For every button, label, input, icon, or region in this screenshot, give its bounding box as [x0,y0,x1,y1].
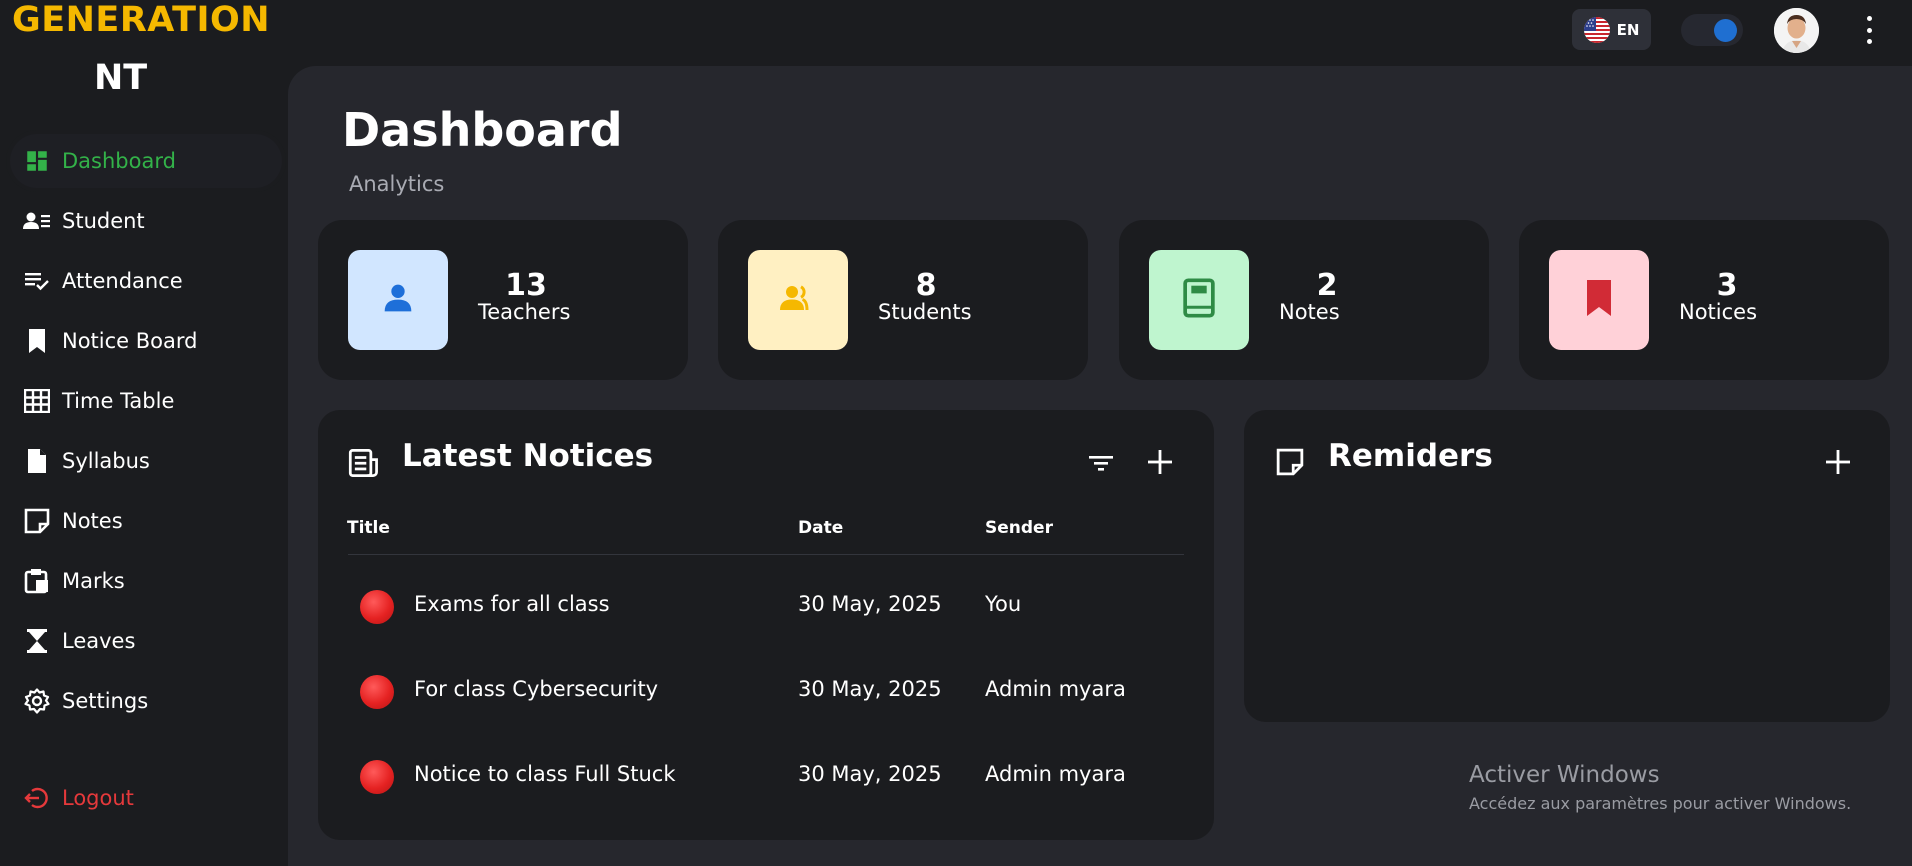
dashboard-icon [22,146,52,176]
attendance-check-icon [22,266,52,296]
theme-toggle[interactable] [1681,14,1743,46]
table-row[interactable]: Notice to class Full Stuck 30 May, 2025 … [318,748,1214,808]
grid-table-icon [22,386,52,416]
notice-title: For class Cybersecurity [414,677,659,701]
add-notice-icon[interactable] [1146,448,1174,480]
sidebar-item-label: Attendance [62,269,183,293]
sidebar-item-dashboard[interactable]: Dashboard [10,134,282,188]
sidebar-item-leaves[interactable]: Leaves [10,614,282,668]
sidebar-item-settings[interactable]: Settings [10,674,282,728]
panel-title: Remiders [1328,438,1493,474]
sidebar-item-label: Dashboard [62,149,176,173]
notice-date: 30 May, 2025 [798,762,942,786]
sidebar-item-marks[interactable]: Marks [10,554,282,608]
add-reminder-icon[interactable] [1824,448,1852,480]
stat-card-students[interactable]: 8 Students [718,220,1088,380]
page-title: Dashboard [342,103,623,157]
stat-count: 13 [505,268,547,303]
more-options-icon[interactable] [1862,16,1876,44]
stat-card-notices[interactable]: 3 Notices [1519,220,1889,380]
sidebar-item-attendance[interactable]: Attendance [10,254,282,308]
stat-icon-box [1549,250,1649,350]
page-subtitle: Analytics [349,172,445,196]
windows-activation-title: Activer Windows [1469,762,1660,788]
person-icon [378,278,418,322]
stat-icon-box [1149,250,1249,350]
sidebar-item-label: Leaves [62,629,136,653]
notice-date: 30 May, 2025 [798,592,942,616]
newspaper-icon [348,448,380,482]
red-status-dot [360,760,394,794]
sidebar-item-notes[interactable]: Notes [10,494,282,548]
stat-count: 8 [915,268,937,303]
table-row[interactable]: Exams for all class 30 May, 2025 You [318,578,1214,638]
stat-icon-box [348,250,448,350]
bookmark-icon [1584,278,1614,322]
table-divider [348,554,1184,555]
us-flag-icon [1583,16,1610,43]
stat-count: 2 [1316,268,1338,303]
language-selector[interactable]: EN [1572,9,1651,50]
book-icon [1180,278,1218,322]
reminders-panel: Remiders [1244,410,1890,722]
sidebar-item-label: Marks [62,569,125,593]
sidebar-item-time-table[interactable]: Time Table [10,374,282,428]
stat-card-notes[interactable]: 2 Notes [1119,220,1489,380]
notice-title: Notice to class Full Stuck [414,762,676,786]
logout-button[interactable]: Logout [10,771,282,825]
notice-sender: You [985,592,1022,616]
group-icon [777,278,819,322]
filter-icon[interactable] [1088,452,1114,478]
panel-title: Latest Notices [402,438,654,474]
stat-label: Students [878,300,972,324]
student-list-icon [22,206,52,236]
stat-label: Teachers [478,300,571,324]
clipboard-icon [22,566,52,596]
sidebar-item-syllabus[interactable]: Syllabus [10,434,282,488]
app-root: GENERATION NT EN Dashboard Student Atten… [0,0,1912,866]
gear-icon [22,686,52,716]
sidebar-item-label: Syllabus [62,449,150,473]
sidebar-item-student[interactable]: Student [10,194,282,248]
sidebar-item-notice-board[interactable]: Notice Board [10,314,282,368]
sidebar-item-label: Notice Board [62,329,198,353]
sidebar-item-label: Time Table [62,389,175,413]
hourglass-icon [22,626,52,656]
column-header-title: Title [347,518,390,538]
logout-label: Logout [62,786,134,810]
table-row[interactable]: For class Cybersecurity 30 May, 2025 Adm… [318,663,1214,723]
user-avatar[interactable] [1774,8,1819,53]
stat-card-teachers[interactable]: 13 Teachers [318,220,688,380]
notice-sender: Admin myara [985,762,1126,786]
column-header-sender: Sender [985,518,1053,538]
stat-icon-box [748,250,848,350]
sticky-note-icon [1276,448,1304,480]
sidebar-item-label: Student [62,209,145,233]
notice-title: Exams for all class [414,592,610,616]
logout-icon [22,783,52,813]
notice-date: 30 May, 2025 [798,677,942,701]
stat-count: 3 [1716,268,1738,303]
windows-activation-subtitle: Accédez aux paramètres pour activer Wind… [1469,794,1852,813]
red-status-dot [360,675,394,709]
column-header-date: Date [798,518,844,538]
latest-notices-panel: Latest Notices Title Date Sender Exams f… [318,410,1214,840]
stat-label: Notes [1279,300,1340,324]
red-status-dot [360,590,394,624]
language-code: EN [1616,20,1640,39]
stat-label: Notices [1679,300,1758,324]
brand-logo-line1: GENERATION [12,0,271,40]
brand-logo-line2: NT [94,58,148,98]
bookmark-icon [22,326,52,356]
sidebar-item-label: Settings [62,689,149,713]
document-icon [22,446,52,476]
sidebar-item-label: Notes [62,509,123,533]
toggle-knob [1714,19,1737,42]
notice-sender: Admin myara [985,677,1126,701]
sticky-note-icon [22,506,52,536]
